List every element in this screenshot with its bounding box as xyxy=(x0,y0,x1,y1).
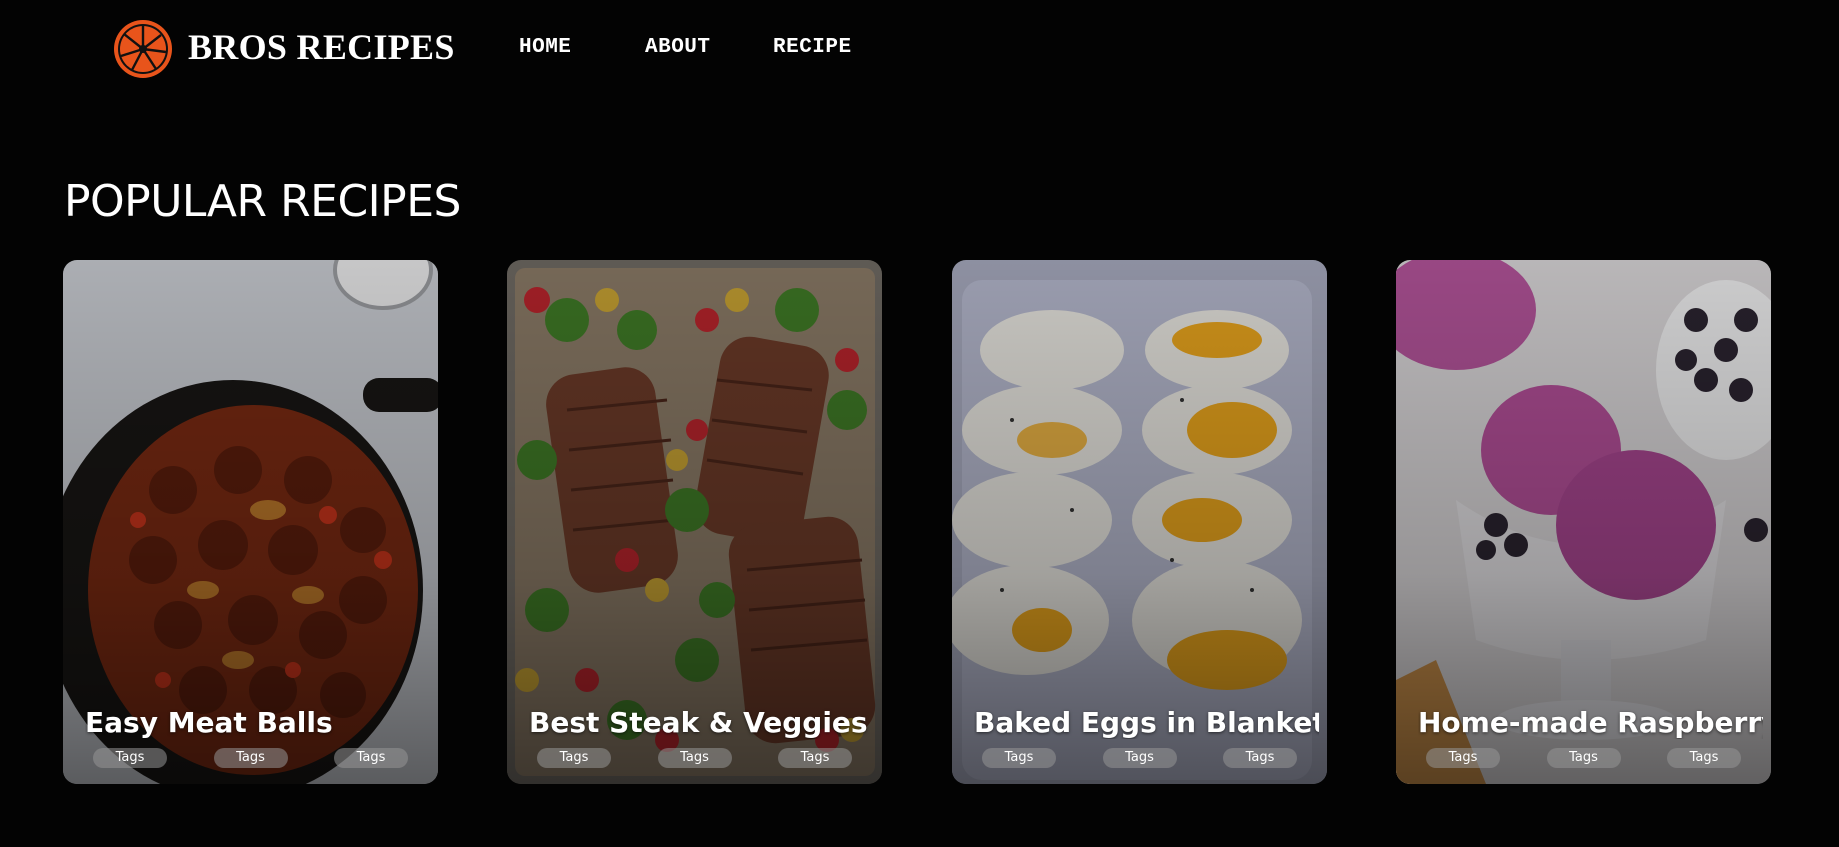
nav-recipe[interactable]: RECIPE xyxy=(773,36,852,59)
tag-pill[interactable]: Tags xyxy=(1667,748,1741,768)
tag-pill[interactable]: Tags xyxy=(1546,748,1621,768)
tag-pill[interactable]: Tags xyxy=(213,748,288,768)
recipe-title[interactable]: Baked Eggs in Blanket xyxy=(974,706,1319,739)
recipe-card-steak[interactable]: Best Steak & Veggies Tags Tags Tags xyxy=(507,260,882,784)
recipe-title[interactable]: Home-made Raspberry xyxy=(1418,706,1763,739)
recipe-card-eggs[interactable]: Baked Eggs in Blanket Tags Tags Tags xyxy=(952,260,1327,784)
tag-list: Tags Tags Tags xyxy=(1426,748,1741,768)
tag-list: Tags Tags Tags xyxy=(982,748,1297,768)
recipe-card-meatballs[interactable]: Easy Meat Balls Tags Tags Tags xyxy=(63,260,438,784)
section-title: POPULAR RECIPES xyxy=(64,176,461,227)
tag-pill[interactable]: Tags xyxy=(334,748,408,768)
tag-pill[interactable]: Tags xyxy=(537,748,611,768)
orange-slice-icon[interactable] xyxy=(112,18,174,80)
tag-pill[interactable]: Tags xyxy=(778,748,852,768)
nav-home[interactable]: HOME xyxy=(519,36,571,59)
tag-pill[interactable]: Tags xyxy=(93,748,167,768)
recipe-card-raspberry[interactable]: Home-made Raspberry Tags Tags Tags xyxy=(1396,260,1771,784)
tag-list: Tags Tags Tags xyxy=(93,748,408,768)
brand-title[interactable]: BROS RECIPES xyxy=(188,26,455,68)
recipe-title[interactable]: Best Steak & Veggies xyxy=(529,706,874,739)
tag-pill[interactable]: Tags xyxy=(1426,748,1500,768)
tag-pill[interactable]: Tags xyxy=(1102,748,1177,768)
nav-about[interactable]: ABOUT xyxy=(645,36,711,59)
recipe-title[interactable]: Easy Meat Balls xyxy=(85,706,430,739)
tag-pill[interactable]: Tags xyxy=(1223,748,1297,768)
tag-list: Tags Tags Tags xyxy=(537,748,852,768)
tag-pill[interactable]: Tags xyxy=(657,748,732,768)
tag-pill[interactable]: Tags xyxy=(982,748,1056,768)
